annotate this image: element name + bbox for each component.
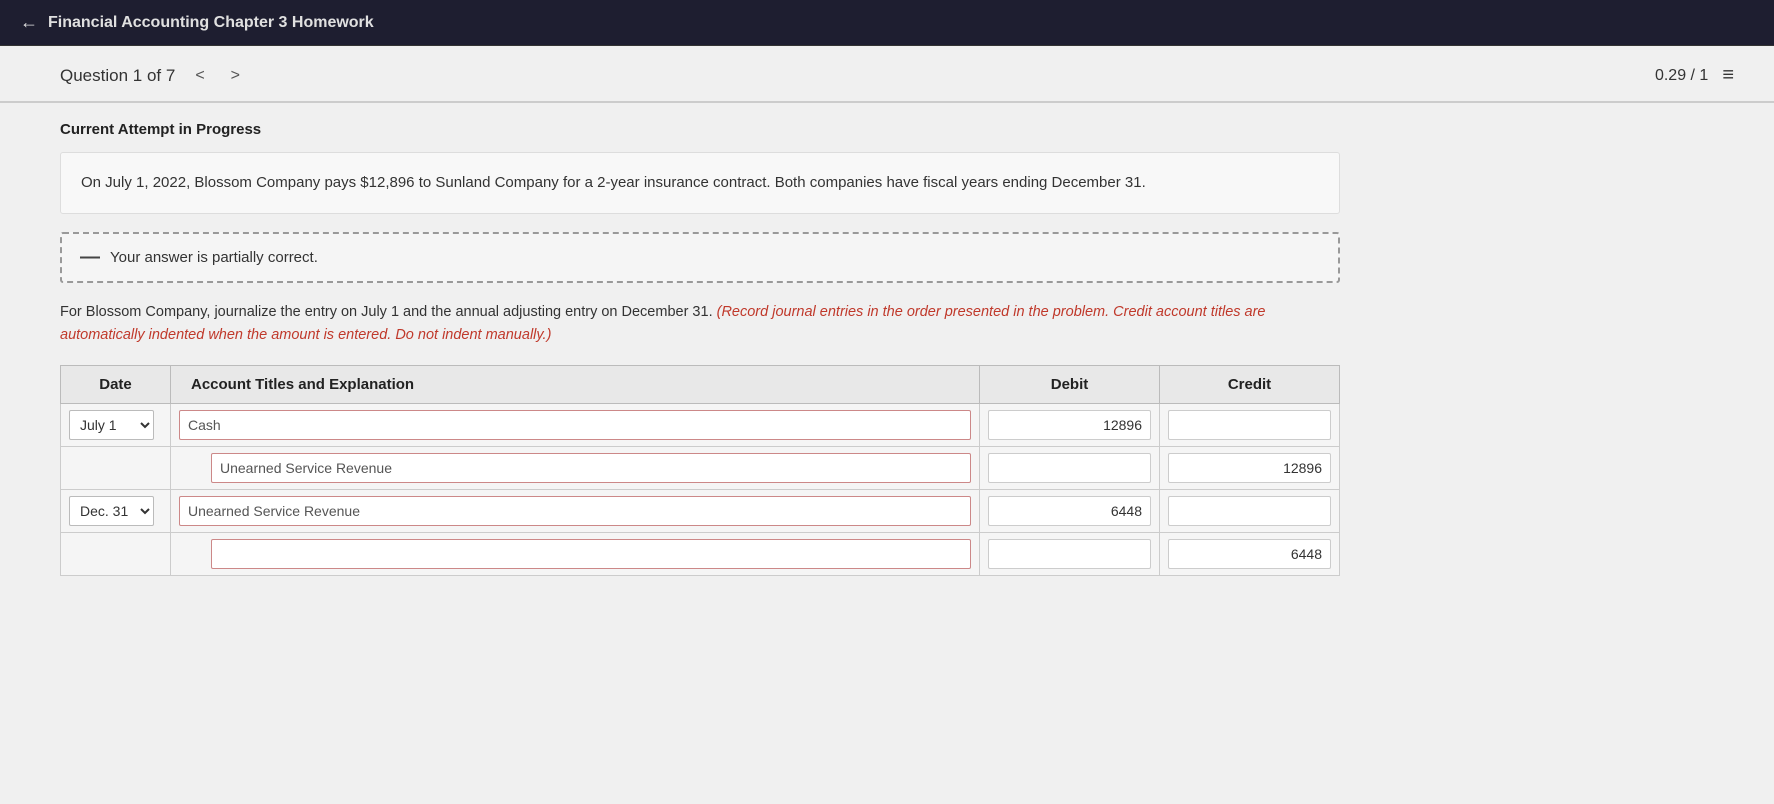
score-display: 0.29 / 1 <box>1655 67 1708 85</box>
content-area: Current Attempt in Progress On July 1, 2… <box>0 103 1774 596</box>
question-header: Question 1 of 7 < > 0.29 / 1 ≡ <box>0 46 1774 103</box>
back-button[interactable]: ← <box>20 12 38 33</box>
main-content: Question 1 of 7 < > 0.29 / 1 ≡ Current A… <box>0 46 1774 804</box>
credit-input-4[interactable] <box>1168 539 1331 569</box>
next-question-button[interactable]: > <box>225 65 246 87</box>
account-cell-3 <box>171 490 980 533</box>
table-row: Dec. 31 <box>61 490 1340 533</box>
credit-cell-1 <box>1160 404 1340 447</box>
question-nav: Question 1 of 7 < > <box>60 65 246 87</box>
date-cell-4 <box>61 533 171 576</box>
account-input-1[interactable] <box>179 410 971 440</box>
account-cell-1 <box>171 404 980 447</box>
credit-input-3[interactable] <box>1168 496 1331 526</box>
instruction-text: For Blossom Company, journalize the entr… <box>60 301 1340 347</box>
partial-icon: — <box>80 246 100 269</box>
table-row <box>61 447 1340 490</box>
date-cell-3: Dec. 31 <box>61 490 171 533</box>
problem-text: On July 1, 2022, Blossom Company pays $1… <box>60 152 1340 214</box>
table-row: July 1 <box>61 404 1340 447</box>
score-menu: 0.29 / 1 ≡ <box>1655 64 1734 87</box>
account-input-4[interactable] <box>211 539 971 569</box>
col-date: Date <box>61 366 171 404</box>
attempt-label: Current Attempt in Progress <box>60 121 1714 138</box>
col-account: Account Titles and Explanation <box>171 366 980 404</box>
debit-cell-1 <box>980 404 1160 447</box>
question-label: Question 1 of 7 <box>60 66 175 86</box>
debit-input-3[interactable] <box>988 496 1151 526</box>
account-cell-4 <box>171 533 980 576</box>
date-cell-2 <box>61 447 171 490</box>
debit-input-2[interactable] <box>988 453 1151 483</box>
prev-question-button[interactable]: < <box>189 65 210 87</box>
debit-cell-3 <box>980 490 1160 533</box>
partial-correct-message: Your answer is partially correct. <box>110 249 318 266</box>
debit-input-4[interactable] <box>988 539 1151 569</box>
table-row <box>61 533 1340 576</box>
date-dropdown-1[interactable]: July 1 <box>69 410 154 440</box>
instruction-plain: For Blossom Company, journalize the entr… <box>60 304 717 320</box>
credit-cell-4 <box>1160 533 1340 576</box>
date-cell: July 1 <box>61 404 171 447</box>
debit-cell-2 <box>980 447 1160 490</box>
top-bar: ← Financial Accounting Chapter 3 Homewor… <box>0 0 1774 46</box>
table-header-row: Date Account Titles and Explanation Debi… <box>61 366 1340 404</box>
account-input-2[interactable] <box>211 453 971 483</box>
credit-input-2[interactable] <box>1168 453 1331 483</box>
menu-icon[interactable]: ≡ <box>1722 64 1734 87</box>
col-credit: Credit <box>1160 366 1340 404</box>
credit-input-1[interactable] <box>1168 410 1331 440</box>
date-dropdown-3[interactable]: Dec. 31 <box>69 496 154 526</box>
journal-table: Date Account Titles and Explanation Debi… <box>60 365 1340 576</box>
app-title: Financial Accounting Chapter 3 Homework <box>48 14 374 32</box>
debit-input-1[interactable] <box>988 410 1151 440</box>
debit-cell-4 <box>980 533 1160 576</box>
partial-correct-box: — Your answer is partially correct. <box>60 232 1340 283</box>
credit-cell-3 <box>1160 490 1340 533</box>
credit-cell-2 <box>1160 447 1340 490</box>
col-debit: Debit <box>980 366 1160 404</box>
account-cell-2 <box>171 447 980 490</box>
account-input-3[interactable] <box>179 496 971 526</box>
